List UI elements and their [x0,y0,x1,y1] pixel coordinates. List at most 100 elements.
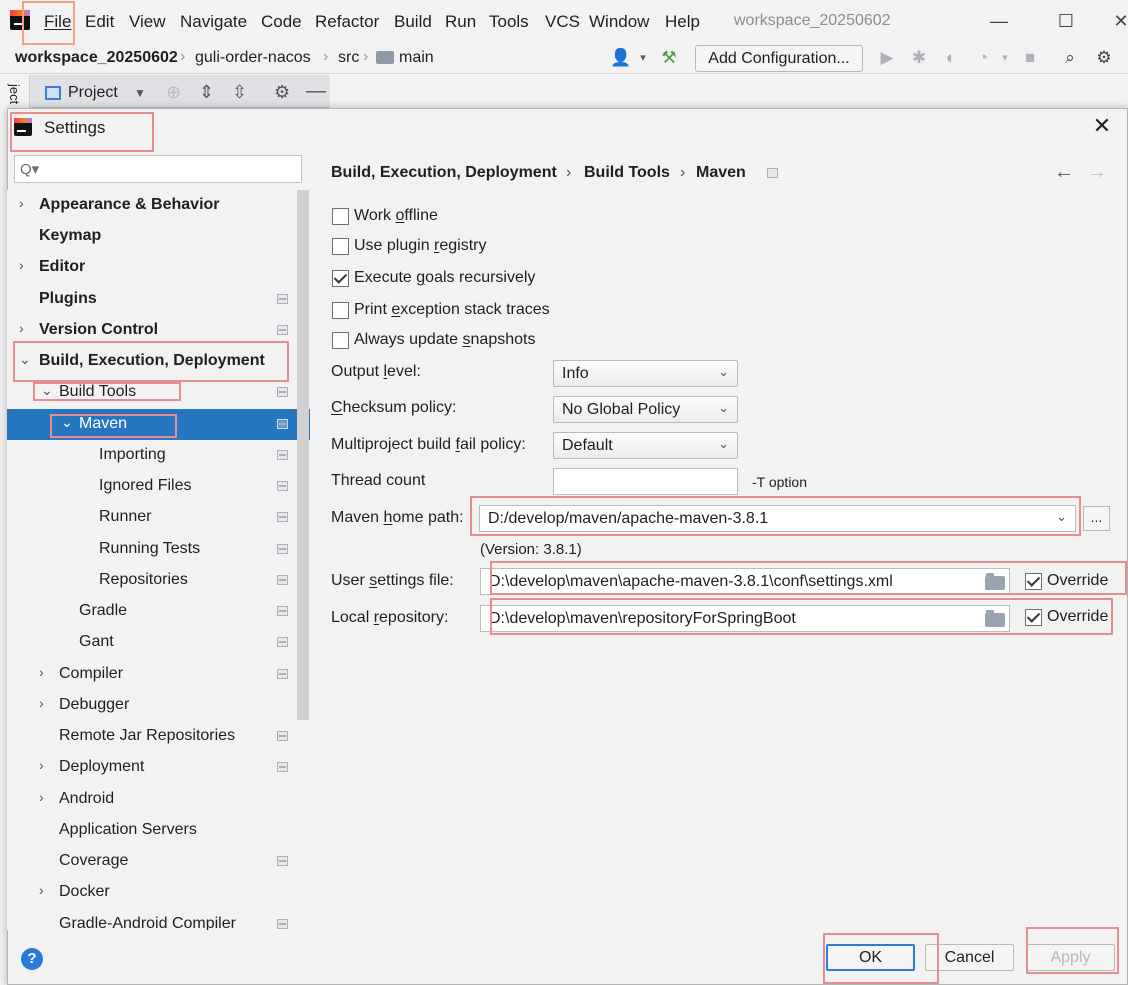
tree-item-maven[interactable]: ⌄ Maven [7,409,310,440]
maximize-icon[interactable]: ☐ [1051,8,1081,34]
locate-icon[interactable]: ⊕ [166,82,181,103]
tree-item-application-servers[interactable]: Application Servers [7,815,297,846]
crumb-workspace[interactable]: workspace_20250602 [15,49,178,67]
menu-window[interactable]: Window [589,12,649,32]
tree-item-ignored-files[interactable]: Ignored Files [7,471,297,502]
fail-policy-select[interactable]: Default ⌄ [553,432,738,459]
tree-item-running-tests[interactable]: Running Tests [7,534,297,565]
thread-count-input[interactable] [553,468,738,495]
checkbox-box[interactable] [332,238,349,255]
tree-item-importing[interactable]: Importing [7,440,297,471]
menu-navigate[interactable]: Navigate [180,12,247,32]
debug-icon[interactable]: ✱ [907,46,931,70]
project-gear-icon[interactable]: ⚙ [274,82,290,103]
menu-edit[interactable]: Edit [85,12,114,32]
checkbox-box[interactable] [1025,609,1042,626]
checkbox-box[interactable] [1025,573,1042,590]
menu-refactor[interactable]: Refactor [315,12,379,32]
tree-item-android[interactable]: › Android [7,784,297,815]
chevron-right-icon[interactable]: › [39,664,53,680]
tree-item-deployment[interactable]: › Deployment [7,752,297,783]
chevron-right-icon[interactable]: › [19,195,33,211]
close-window-icon[interactable]: ✕ [1106,8,1128,34]
tree-item-keymap[interactable]: Keymap [7,221,297,252]
browse-maven-home-button[interactable]: ... [1083,506,1110,531]
tree-item-repositories[interactable]: Repositories [7,565,297,596]
menu-vcs[interactable]: VCS [545,12,580,32]
tree-item-build-tools[interactable]: ⌄ Build Tools [7,377,297,408]
tree-item-runner[interactable]: Runner [7,502,297,533]
chevron-right-icon[interactable]: › [39,695,53,711]
checkbox-box[interactable] [332,332,349,349]
menu-view[interactable]: View [129,12,166,32]
ok-button[interactable]: OK [826,944,915,971]
settings-gear-icon[interactable]: ⚙ [1092,46,1116,70]
checkbox-box[interactable] [332,270,349,287]
chevron-right-icon[interactable]: › [39,789,53,805]
hide-panel-icon[interactable]: — [306,80,326,103]
add-configuration-button[interactable]: Add Configuration... [695,45,863,72]
project-panel-title[interactable]: Project [68,84,118,102]
collapse-all-icon[interactable]: ⇳ [232,82,247,103]
menu-file[interactable]: File [44,12,71,32]
apply-button[interactable]: Apply [1026,944,1115,971]
crumb-module[interactable]: guli-order-nacos [195,49,311,67]
checkbox-box[interactable] [332,208,349,225]
chevron-right-icon[interactable]: › [19,320,33,336]
run-dropdown-icon[interactable]: ▾ [993,46,1017,70]
checksum-policy-select[interactable]: No Global Policy ⌄ [553,396,738,423]
tree-item-debugger[interactable]: › Debugger [7,690,297,721]
chevron-right-icon[interactable]: › [39,882,53,898]
folder-browse-icon[interactable] [985,610,1005,627]
build-hammer-icon[interactable]: ⚒ [657,46,681,70]
tree-item-plugins[interactable]: Plugins [7,284,297,315]
help-icon[interactable]: ? [21,948,43,970]
tree-item-gant[interactable]: Gant [7,627,297,658]
menu-tools[interactable]: Tools [489,12,529,32]
folder-browse-icon[interactable] [985,573,1005,590]
tree-item-remote-jar-repositories[interactable]: Remote Jar Repositories [7,721,297,752]
forward-arrow-icon[interactable]: → [1087,161,1107,184]
crumb-src[interactable]: src [338,49,359,67]
tree-item-compiler[interactable]: › Compiler [7,659,297,690]
tree-item-gradle-android-compiler[interactable]: Gradle-Android Compiler [7,909,297,930]
minimize-icon[interactable]: — [984,8,1014,34]
user-icon[interactable]: 👤 [609,46,633,70]
tree-item-coverage[interactable]: Coverage [7,846,297,877]
project-dropdown-icon[interactable]: ▼ [134,86,146,100]
tree-item-build-execution-deployment[interactable]: ⌄ Build, Execution, Deployment [7,346,297,377]
chevron-right-icon[interactable]: › [39,757,53,773]
coverage-icon[interactable]: ◐ [939,46,963,70]
menu-code[interactable]: Code [261,12,302,32]
run-icon[interactable]: ▶ [875,46,899,70]
chevron-down-icon[interactable]: ⌄ [19,351,33,368]
tree-item-gradle[interactable]: Gradle [7,596,297,627]
tree-item-docker[interactable]: › Docker [7,877,297,908]
user-dropdown-icon[interactable]: ▾ [631,46,655,70]
tree-item-appearance-behavior[interactable]: › Appearance & Behavior [7,190,297,221]
tree-item-editor[interactable]: › Editor [7,252,297,283]
menu-help[interactable]: Help [665,12,700,32]
maven-home-select[interactable]: D:/develop/maven/apache-maven-3.8.1 ⌄ [479,505,1076,532]
search-icon[interactable]: ⌕ [1058,46,1082,70]
back-arrow-icon[interactable]: ← [1054,161,1074,184]
menu-build[interactable]: Build [394,12,432,32]
profile-icon[interactable]: ◔ [971,46,995,70]
checkbox-box[interactable] [332,302,349,319]
chevron-right-icon[interactable]: › [19,257,33,273]
cancel-button[interactable]: Cancel [925,944,1014,971]
stop-icon[interactable]: ■ [1018,46,1042,70]
tree-scrollbar[interactable] [297,190,309,720]
project-side-tab[interactable]: ject [7,84,22,104]
user-settings-input[interactable]: D:\develop\maven\apache-maven-3.8.1\conf… [480,568,1010,595]
chevron-down-icon[interactable]: ⌄ [61,414,75,431]
tree-item-version-control[interactable]: › Version Control [7,315,297,346]
expand-all-icon[interactable]: ⇕ [199,82,214,103]
settings-search-input[interactable] [14,155,302,183]
dialog-close-icon[interactable]: ✕ [1089,113,1115,139]
local-repository-input[interactable]: D:\develop\maven\repositoryForSpringBoot [480,605,1010,632]
crumb-main[interactable]: main [399,49,434,67]
menu-run[interactable]: Run [445,12,476,32]
output-level-select[interactable]: Info ⌄ [553,360,738,387]
chevron-down-icon[interactable]: ⌄ [41,382,55,399]
